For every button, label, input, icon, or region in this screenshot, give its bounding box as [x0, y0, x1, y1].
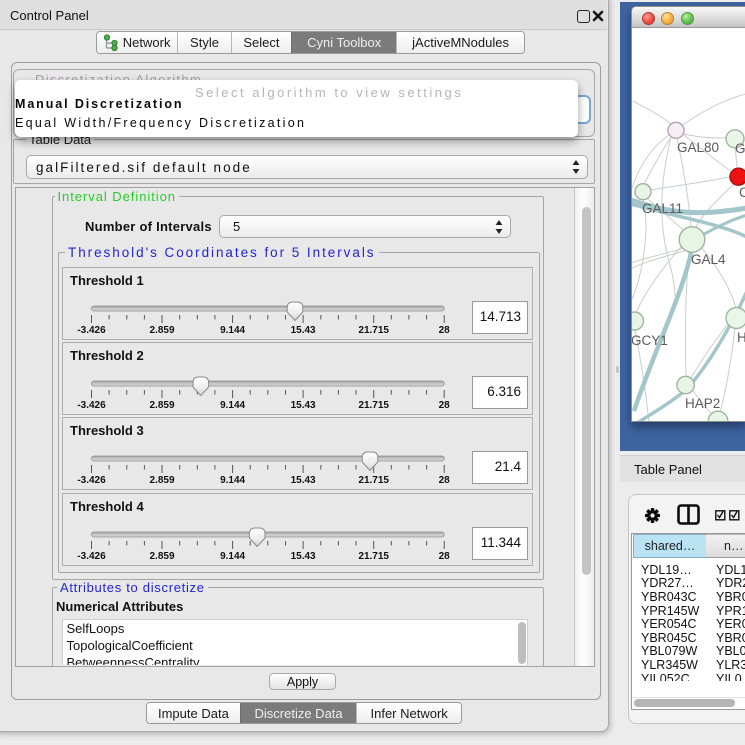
svg-text:21.715: 21.715: [358, 475, 389, 486]
svg-text:H: H: [737, 330, 745, 345]
svg-text:2.859: 2.859: [149, 400, 174, 411]
svg-text:C: C: [739, 185, 745, 200]
svg-text:9.144: 9.144: [220, 551, 245, 562]
svg-text:15.43: 15.43: [291, 475, 316, 486]
svg-text:2.859: 2.859: [149, 475, 174, 486]
svg-text:15.43: 15.43: [291, 325, 316, 336]
svg-text:21.715: 21.715: [358, 551, 389, 562]
svg-text:2.859: 2.859: [149, 325, 174, 336]
svg-text:2.859: 2.859: [149, 551, 174, 562]
svg-text:-3.426: -3.426: [77, 400, 106, 411]
svg-text:GAL4: GAL4: [691, 252, 726, 267]
svg-text:21.715: 21.715: [358, 325, 389, 336]
svg-text:GCY1: GCY1: [632, 333, 668, 348]
svg-text:21.715: 21.715: [358, 400, 389, 411]
svg-text:GAL80: GAL80: [677, 140, 719, 155]
svg-text:28: 28: [439, 551, 451, 562]
svg-text:28: 28: [439, 400, 451, 411]
svg-text:-3.426: -3.426: [77, 475, 106, 486]
svg-text:9.144: 9.144: [220, 475, 245, 486]
svg-text:28: 28: [439, 475, 451, 486]
svg-text:-3.426: -3.426: [77, 325, 106, 336]
svg-text:GA: GA: [735, 141, 745, 156]
svg-text:-3.426: -3.426: [77, 551, 106, 562]
svg-text:9.144: 9.144: [220, 400, 245, 411]
svg-text:15.43: 15.43: [291, 400, 316, 411]
svg-text:9.144: 9.144: [220, 325, 245, 336]
svg-text:28: 28: [439, 325, 451, 336]
svg-text:15.43: 15.43: [291, 551, 316, 562]
svg-text:GAL11: GAL11: [642, 201, 683, 216]
svg-text:HAP2: HAP2: [685, 396, 720, 411]
